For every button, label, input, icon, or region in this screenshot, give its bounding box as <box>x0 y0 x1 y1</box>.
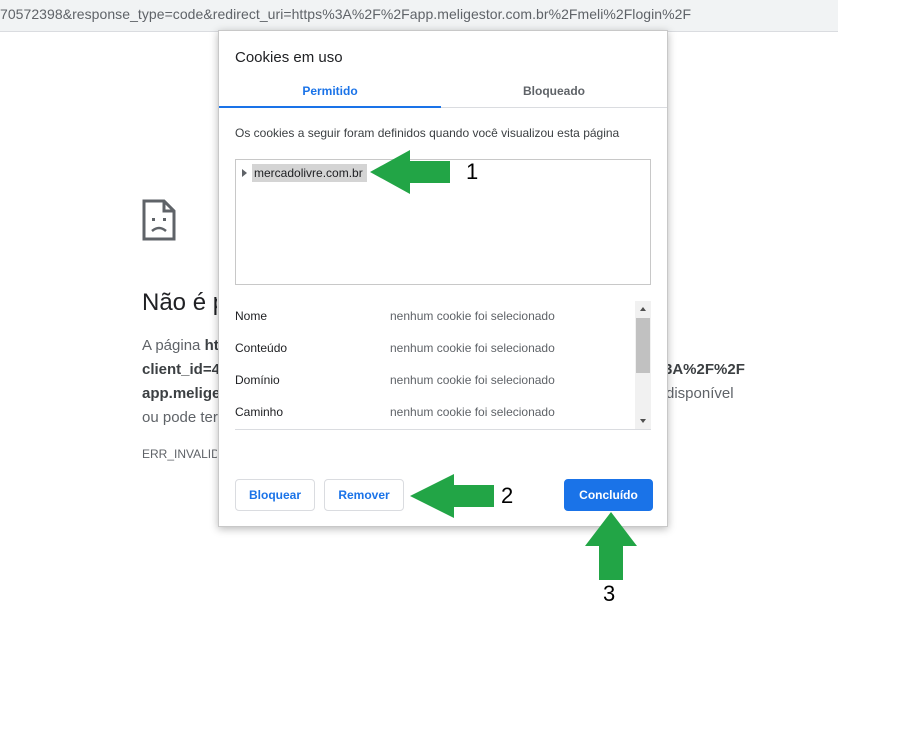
detail-label: Conteúdo <box>235 341 288 355</box>
error-text-line-2: client_id=4 <box>142 361 220 378</box>
detail-row: Domínio nenhum cookie foi selecionado <box>235 373 631 391</box>
annotation-label-3: 3 <box>603 581 616 606</box>
dialog-title: Cookies em uso <box>235 49 343 66</box>
scroll-up-icon[interactable] <box>635 301 651 317</box>
tab-blocked[interactable]: Bloqueado <box>443 79 665 107</box>
error-text-line-3-right: disponível <box>666 385 734 402</box>
detail-value: nenhum cookie foi selecionado <box>390 373 555 387</box>
error-text-line-1: A página ht <box>142 337 219 354</box>
arrow-left-icon <box>370 150 450 194</box>
url-text[interactable]: 70572398&response_type=code&redirect_uri… <box>0 6 691 22</box>
error-text-line-3: app.melige <box>142 385 221 402</box>
detail-value: nenhum cookie foi selecionado <box>390 341 555 355</box>
address-bar[interactable]: 70572398&response_type=code&redirect_uri… <box>0 0 838 32</box>
detail-label: Caminho <box>235 405 284 419</box>
tree-item-label[interactable]: mercadolivre.com.br <box>252 164 367 182</box>
arrow-left-icon <box>410 474 494 518</box>
detail-value: nenhum cookie foi selecionado <box>390 405 555 419</box>
remove-button[interactable]: Remover <box>324 479 404 511</box>
scrollbar-thumb[interactable] <box>636 318 650 373</box>
error-code: ERR_INVALID_ <box>142 447 217 461</box>
detail-label: Nome <box>235 309 268 323</box>
tree-item-domain[interactable]: mercadolivre.com.br <box>242 164 367 182</box>
annotation-label-2: 2 <box>501 483 514 508</box>
detail-value: nenhum cookie foi selecionado <box>390 309 555 323</box>
done-button[interactable]: Concluído <box>564 479 653 511</box>
expand-arrow-icon[interactable] <box>242 169 247 177</box>
arrow-up-icon <box>585 512 637 580</box>
cookie-details: Nome nenhum cookie foi selecionado Conte… <box>235 301 651 430</box>
scroll-down-icon[interactable] <box>635 413 651 429</box>
annotation-label-1: 1 <box>466 159 479 184</box>
sad-page-icon <box>142 199 176 241</box>
detail-row: Nome nenhum cookie foi selecionado <box>235 309 631 327</box>
detail-row: Caminho nenhum cookie foi selecionado <box>235 405 631 423</box>
tab-allowed[interactable]: Permitido <box>219 79 441 108</box>
details-scrollbar[interactable] <box>635 301 651 429</box>
error-text-line-4: ou pode ter <box>142 409 218 426</box>
tab-bar: Permitido Bloqueado <box>219 79 667 108</box>
error-title: Não é p <box>142 289 217 316</box>
dialog-description: Os cookies a seguir foram definidos quan… <box>235 126 620 140</box>
cookies-dialog: Cookies em uso Permitido Bloqueado Os co… <box>218 30 668 527</box>
detail-label: Domínio <box>235 373 280 387</box>
error-text-line-2-right: 3A%2F%2F <box>664 361 745 378</box>
block-button[interactable]: Bloquear <box>235 479 315 511</box>
detail-row: Conteúdo nenhum cookie foi selecionado <box>235 341 631 359</box>
